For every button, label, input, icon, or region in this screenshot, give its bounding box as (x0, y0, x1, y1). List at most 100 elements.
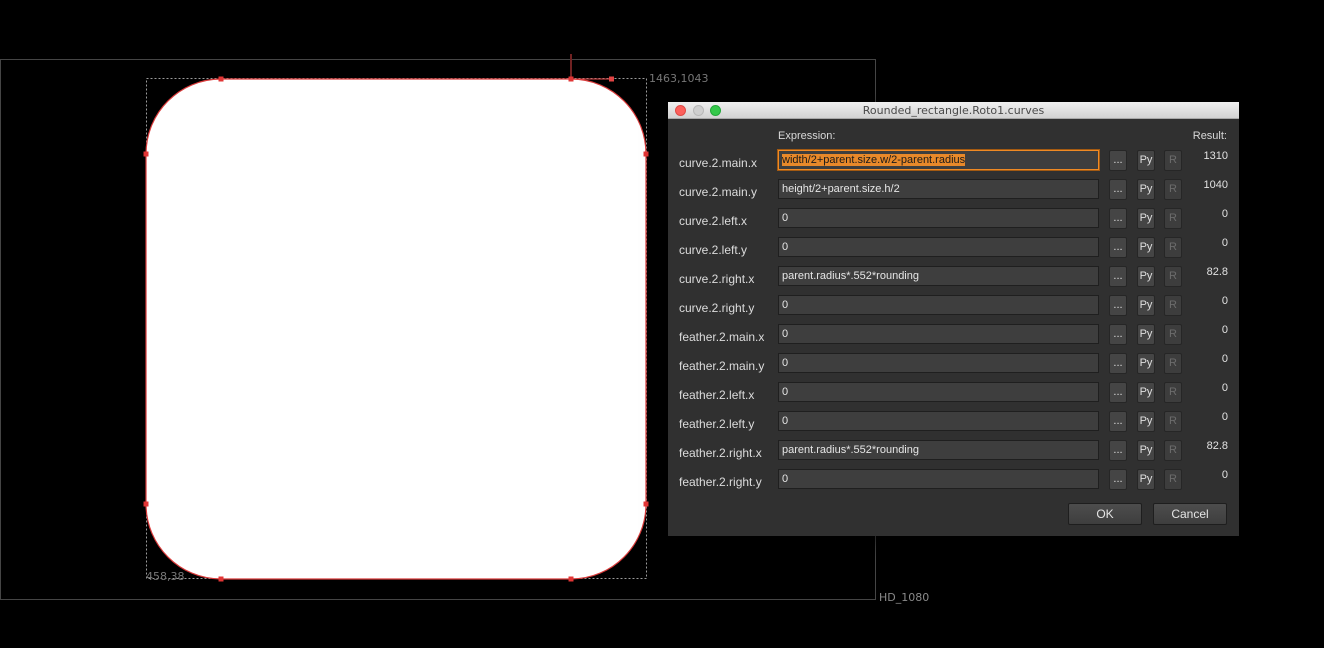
expression-editor-button[interactable]: ... (1109, 266, 1127, 287)
expression-row: curve.2.left.x 0... Py R 0 (668, 207, 1239, 236)
expression-editor-button[interactable]: ... (1109, 295, 1127, 316)
expression-row: feather.2.right.y 0... Py R 0 (668, 468, 1239, 497)
expression-editor-button[interactable]: ... (1109, 382, 1127, 403)
expression-row: curve.2.left.y 0... Py R 0 (668, 236, 1239, 265)
row-label: feather.2.right.x (679, 446, 762, 460)
python-toggle-button[interactable]: Py (1137, 324, 1155, 345)
reset-button[interactable]: R (1164, 237, 1182, 258)
expression-text: 0 (782, 386, 789, 398)
expression-header: Expression: (778, 130, 836, 142)
row-label: curve.2.right.y (679, 301, 755, 315)
control-point[interactable] (643, 151, 649, 157)
rounded-rectangle-shape[interactable] (145, 78, 647, 580)
python-toggle-button[interactable]: Py (1137, 179, 1155, 200)
python-toggle-button[interactable]: Py (1137, 440, 1155, 461)
python-toggle-button[interactable]: Py (1137, 295, 1155, 316)
expression-row: feather.2.main.x 0... Py R 0 (668, 323, 1239, 352)
python-toggle-button[interactable]: Py (1137, 382, 1155, 403)
expression-editor-button[interactable]: ... (1109, 411, 1127, 432)
result-value: 0 (1221, 411, 1228, 423)
expression-editor-button[interactable]: ... (1109, 440, 1127, 461)
reset-button[interactable]: R (1164, 469, 1182, 490)
reset-button[interactable]: R (1164, 295, 1182, 316)
python-toggle-button[interactable]: Py (1137, 266, 1155, 287)
expression-input[interactable]: 0 (778, 411, 1099, 431)
result-value: 0 (1221, 382, 1228, 394)
dialog-title: Rounded_rectangle.Roto1.curves (862, 104, 1045, 117)
expression-editor-button[interactable]: ... (1109, 324, 1127, 345)
control-point[interactable] (218, 76, 224, 82)
expression-input[interactable]: 0 (778, 382, 1099, 402)
expression-input[interactable]: height/2+parent.size.h/2 (778, 179, 1099, 199)
expression-editor-button[interactable]: ... (1109, 353, 1127, 374)
control-point[interactable] (218, 576, 224, 582)
control-point[interactable] (568, 576, 574, 582)
python-toggle-button[interactable]: Py (1137, 353, 1155, 374)
result-value: 0 (1221, 295, 1228, 307)
reset-button[interactable]: R (1164, 440, 1182, 461)
cancel-button[interactable]: Cancel (1153, 503, 1227, 525)
result-value: 0 (1221, 208, 1228, 220)
expression-input[interactable]: 0 (778, 324, 1099, 344)
control-point[interactable] (643, 501, 649, 507)
reset-button[interactable]: R (1164, 150, 1182, 171)
result-value: 0 (1221, 469, 1228, 481)
expression-text: 0 (782, 212, 789, 224)
expression-text: width/2+parent.size.w/2-parent.radius (782, 154, 966, 166)
expression-text: 0 (782, 357, 789, 369)
expression-row: curve.2.main.x width/2+parent.size.w/2-pa… (668, 149, 1239, 178)
reset-button[interactable]: R (1164, 382, 1182, 403)
expression-input[interactable]: 0 (778, 469, 1099, 489)
reset-button[interactable]: R (1164, 266, 1182, 287)
ok-button[interactable]: OK (1068, 503, 1142, 525)
row-label: feather.2.right.y (679, 475, 762, 489)
expression-text: 0 (782, 328, 789, 340)
title-bar[interactable]: Rounded_rectangle.Roto1.curves (668, 102, 1239, 119)
result-header: Result: (1192, 130, 1227, 142)
expression-editor-button[interactable]: ... (1109, 208, 1127, 229)
expression-editor-button[interactable]: ... (1109, 179, 1127, 200)
python-toggle-button[interactable]: Py (1137, 237, 1155, 258)
expression-text: parent.radius*.552*rounding (782, 444, 919, 456)
python-toggle-button[interactable]: Py (1137, 411, 1155, 432)
python-toggle-button[interactable]: Py (1137, 150, 1155, 171)
result-value: 1310 (1203, 150, 1228, 162)
result-value: 0 (1221, 353, 1228, 365)
reset-button[interactable]: R (1164, 353, 1182, 374)
reset-button[interactable]: R (1164, 411, 1182, 432)
expression-row: curve.2.right.x parent.radius*.552*roundi… (668, 265, 1239, 294)
bottom-left-coordinate: 458,38 (146, 570, 185, 583)
reset-button[interactable]: R (1164, 179, 1182, 200)
expression-text: parent.radius*.552*rounding (782, 270, 919, 282)
expression-input[interactable]: 0 (778, 295, 1099, 315)
expression-row: feather.2.left.y 0... Py R 0 (668, 410, 1239, 439)
row-label: feather.2.main.y (679, 359, 765, 373)
top-right-coordinate: 1463,1043 (649, 72, 709, 85)
expression-row: feather.2.left.x 0... Py R 0 (668, 381, 1239, 410)
result-value: 0 (1221, 324, 1228, 336)
row-label: curve.2.right.x (679, 272, 755, 286)
expression-row: feather.2.main.y 0... Py R 0 (668, 352, 1239, 381)
expression-editor-button[interactable]: ... (1109, 237, 1127, 258)
expression-rows: curve.2.main.x width/2+parent.size.w/2-pa… (668, 149, 1239, 497)
result-value: 82.8 (1206, 266, 1228, 278)
reset-button[interactable]: R (1164, 324, 1182, 345)
expression-input[interactable]: 0 (778, 237, 1099, 257)
tangent-handle[interactable] (609, 76, 614, 82)
expression-text: 0 (782, 299, 789, 311)
control-point[interactable] (143, 151, 149, 157)
control-point[interactable] (568, 76, 574, 82)
reset-button[interactable]: R (1164, 208, 1182, 229)
row-label: curve.2.main.y (679, 185, 758, 199)
expression-input[interactable]: width/2+parent.size.w/2-parent.radius (778, 150, 1099, 170)
expression-input[interactable]: 0 (778, 208, 1099, 228)
python-toggle-button[interactable]: Py (1137, 469, 1155, 490)
expression-input[interactable]: 0 (778, 353, 1099, 373)
expression-input[interactable]: parent.radius*.552*rounding (778, 440, 1099, 460)
expression-editor-button[interactable]: ... (1109, 150, 1127, 171)
expression-input[interactable]: parent.radius*.552*rounding (778, 266, 1099, 286)
control-point[interactable] (143, 501, 149, 507)
result-value: 82.8 (1206, 440, 1228, 452)
expression-editor-button[interactable]: ... (1109, 469, 1127, 490)
python-toggle-button[interactable]: Py (1137, 208, 1155, 229)
